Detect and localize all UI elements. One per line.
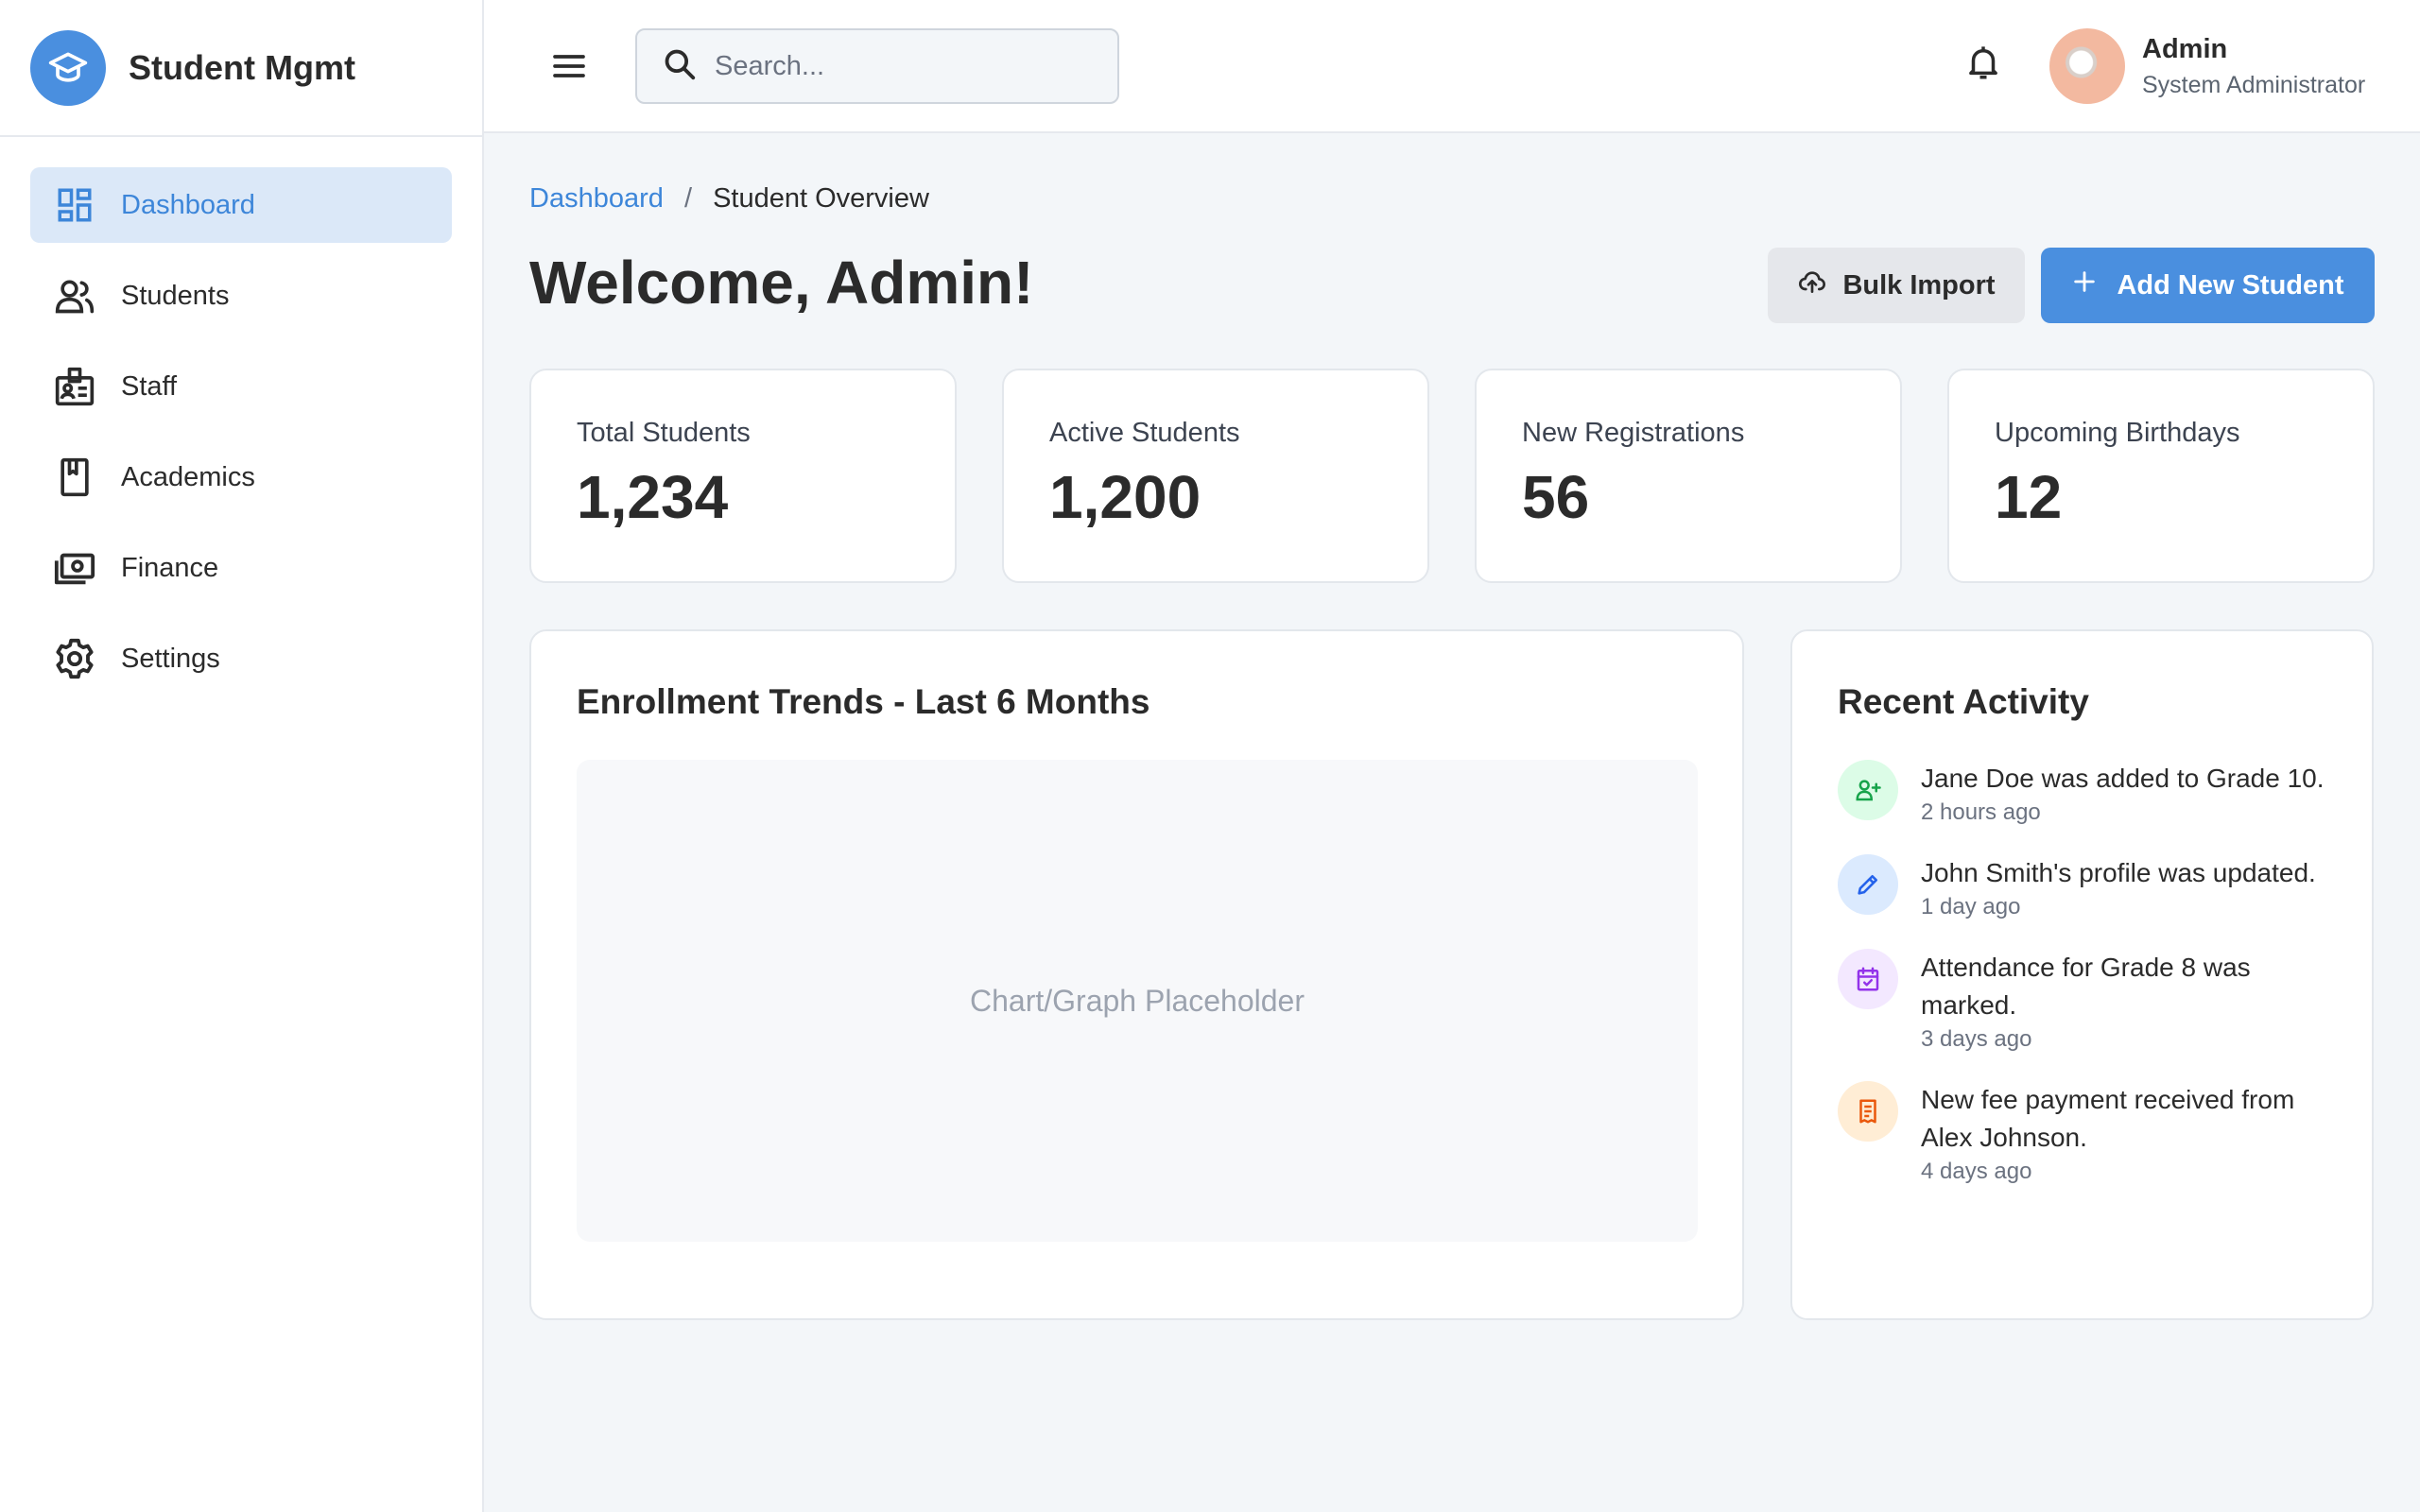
bulk-import-label: Bulk Import [1842,269,1996,301]
search-box [635,28,1119,104]
sidebar-item-label: Finance [121,552,219,583]
bulk-import-button[interactable]: Bulk Import [1768,248,2025,323]
stat-label: Upcoming Birthdays [1995,418,2240,448]
book-icon [53,455,96,499]
sidebar-item-label: Settings [121,643,220,674]
bell-icon[interactable] [1959,38,2008,87]
user-name: Admin [2142,34,2228,64]
add-new-student-button[interactable]: Add New Student [2041,248,2375,323]
sidebar-item-label: Staff [121,370,178,402]
activity-text: New fee payment received from Alex Johns… [1921,1085,2295,1152]
activity-text: Jane Doe was added to Grade 10. [1921,764,2325,793]
gear-icon [53,637,96,680]
breadcrumb-separator: / [683,183,692,214]
sidebar-item-label: Academics [121,461,255,492]
avatar[interactable] [2049,28,2125,104]
brand[interactable]: Student Mgmt [0,0,482,137]
graduation-cap-icon [30,29,106,106]
add-new-student-label: Add New Student [2117,269,2344,301]
activity-time: 2 hours ago [1921,799,2041,825]
dashboard-icon [53,183,96,227]
top-header: Admin System Administrator [484,0,2420,133]
sidebar-item-finance[interactable]: Finance [30,530,452,606]
sidebar-nav: Dashboard Students Staff Academics Finan… [0,137,482,696]
stat-label: New Registrations [1522,418,1745,448]
activity-time: 1 day ago [1921,894,2021,919]
receipt-icon [1838,1081,1898,1142]
menu-icon[interactable] [544,42,594,91]
recent-activity-panel: Recent Activity Jane Doe was added to Gr… [1790,629,2374,1320]
activity-text: Attendance for Grade 8 was marked. [1921,953,2251,1020]
activity-time: 3 days ago [1921,1026,2032,1052]
sidebar-item-label: Students [121,280,230,311]
pencil-icon [1838,854,1898,915]
user-plus-icon [1838,760,1898,820]
sidebar-item-settings[interactable]: Settings [30,621,452,696]
money-icon [53,546,96,590]
sidebar-item-label: Dashboard [121,189,255,220]
stat-value: 1,234 [577,463,729,531]
activity-time: 4 days ago [1921,1159,2032,1184]
enrollment-trends-panel: Enrollment Trends - Last 6 Months Chart/… [529,629,1744,1320]
sidebar-item-staff[interactable]: Staff [30,349,452,424]
stat-card-total-students: Total Students 1,234 [529,369,957,583]
activity-item: John Smith's profile was updated. 1 day … [1838,854,2329,920]
user-role: System Administrator [2142,72,2366,98]
activity-item: New fee payment received from Alex Johns… [1838,1081,2329,1185]
sidebar-item-academics[interactable]: Academics [30,439,452,515]
brand-name: Student Mgmt [129,47,355,87]
stat-label: Active Students [1049,418,1240,448]
stat-card-upcoming-birthdays: Upcoming Birthdays 12 [1947,369,2375,583]
breadcrumb-current: Student Overview [713,183,929,214]
sidebar-item-students[interactable]: Students [30,258,452,334]
chart-placeholder: Chart/Graph Placeholder [577,760,1698,1242]
cloud-upload-icon [1797,266,1827,304]
stat-value: 12 [1995,463,2063,531]
plus-icon [2071,268,2098,302]
stat-label: Total Students [577,418,751,448]
search-icon [662,46,698,87]
stat-value: 1,200 [1049,463,1201,531]
recent-activity-title: Recent Activity [1838,682,2089,721]
sidebar-item-dashboard[interactable]: Dashboard [30,167,452,243]
breadcrumb: Dashboard / Student Overview [529,183,929,215]
stat-card-new-registrations: New Registrations 56 [1475,369,1902,583]
calendar-check-icon [1838,949,1898,1009]
breadcrumb-link-dashboard[interactable]: Dashboard [529,183,664,214]
page-title: Welcome, Admin! [529,249,1034,317]
activity-text: John Smith's profile was updated. [1921,858,2316,887]
enrollment-trends-title: Enrollment Trends - Last 6 Months [577,682,1150,721]
students-icon [53,274,96,318]
activity-item: Jane Doe was added to Grade 10. 2 hours … [1838,760,2329,826]
stat-value: 56 [1522,463,1590,531]
stat-card-active-students: Active Students 1,200 [1002,369,1429,583]
sidebar: Student Mgmt Dashboard Students Staff Ac… [0,0,484,1512]
activity-list: Jane Doe was added to Grade 10. 2 hours … [1838,760,2329,1213]
search-input[interactable] [715,50,1093,82]
activity-item: Attendance for Grade 8 was marked. 3 day… [1838,949,2329,1053]
staff-badge-icon [53,365,96,408]
